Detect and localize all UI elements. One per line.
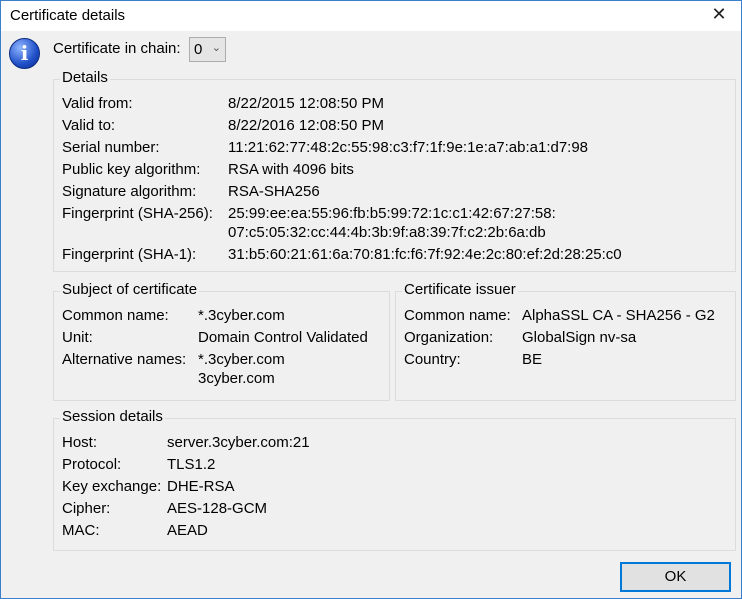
details-label: Fingerprint (SHA-256): <box>62 205 213 222</box>
session-value: AES-128-GCM <box>167 500 268 517</box>
details-label: Fingerprint (SHA-1): <box>62 246 197 263</box>
session-value: AEAD <box>167 522 208 539</box>
issuer-value: GlobalSign nv-sa <box>522 329 637 346</box>
issuer-legend: Certificate issuer <box>402 281 518 298</box>
session-value: TLS1.2 <box>167 456 216 473</box>
session-label: Cipher: <box>62 500 111 517</box>
close-icon[interactable]: ✕ <box>707 4 731 25</box>
subject-value: Domain Control Validated <box>198 329 368 346</box>
issuer-value: AlphaSSL CA - SHA256 - G2 <box>522 307 715 324</box>
subject-label: Alternative names: <box>62 351 187 368</box>
subject-value: *.3cyber.com <box>198 351 285 368</box>
session-label: Host: <box>62 434 98 451</box>
ok-button[interactable]: OK <box>620 562 731 592</box>
details-value: 8/22/2015 12:08:50 PM <box>228 95 384 112</box>
details-label: Public key algorithm: <box>62 161 201 178</box>
session-label: Key exchange: <box>62 478 162 495</box>
issuer-value: BE <box>522 351 543 368</box>
session-legend: Session details <box>60 408 165 425</box>
session-value: server.3cyber.com:21 <box>167 434 310 451</box>
subject-label: Common name: <box>62 307 169 324</box>
title-bar: Certificate details ✕ <box>1 1 741 31</box>
details-value: RSA with 4096 bits <box>228 161 354 178</box>
details-label: Valid to: <box>62 117 116 134</box>
details-value: 11:21:62:77:48:2c:55:98:c3:f7:1f:9e:1e:a… <box>228 139 589 156</box>
issuer-label: Country: <box>404 351 461 368</box>
details-value: 25:99:ee:ea:55:96:fb:b5:99:72:1c:c1:42:6… <box>228 205 556 222</box>
details-value: 31:b5:60:21:61:6a:70:81:fc:f6:7f:92:4e:2… <box>228 246 622 263</box>
subject-label: Unit: <box>62 329 93 346</box>
chevron-down-icon: ⌄ <box>211 42 221 54</box>
details-value: 8/22/2016 12:08:50 PM <box>228 117 384 134</box>
details-label: Serial number: <box>62 139 160 156</box>
session-label: MAC: <box>62 522 100 539</box>
window-title: Certificate details <box>10 7 126 24</box>
info-icon: i <box>9 38 40 69</box>
chain-label: Certificate in chain: <box>53 40 181 57</box>
subject-value: *.3cyber.com <box>198 307 285 324</box>
subject-legend: Subject of certificate <box>60 281 200 298</box>
issuer-label: Common name: <box>404 307 511 324</box>
details-value: 07:c5:05:32:cc:44:4b:3b:9f:a8:39:7f:c2:2… <box>228 224 546 241</box>
chain-select[interactable]: 0 ⌄ <box>189 37 226 62</box>
chain-value: 0 <box>194 41 203 58</box>
details-label: Signature algorithm: <box>62 183 197 200</box>
issuer-label: Organization: <box>404 329 494 346</box>
session-label: Protocol: <box>62 456 122 473</box>
details-legend: Details <box>60 69 110 86</box>
session-value: DHE-RSA <box>167 478 235 495</box>
details-label: Valid from: <box>62 95 133 112</box>
certificate-details-dialog: Certificate details ✕ i Certificate in c… <box>0 0 742 599</box>
subject-value: 3cyber.com <box>198 370 275 387</box>
details-value: RSA-SHA256 <box>228 183 320 200</box>
